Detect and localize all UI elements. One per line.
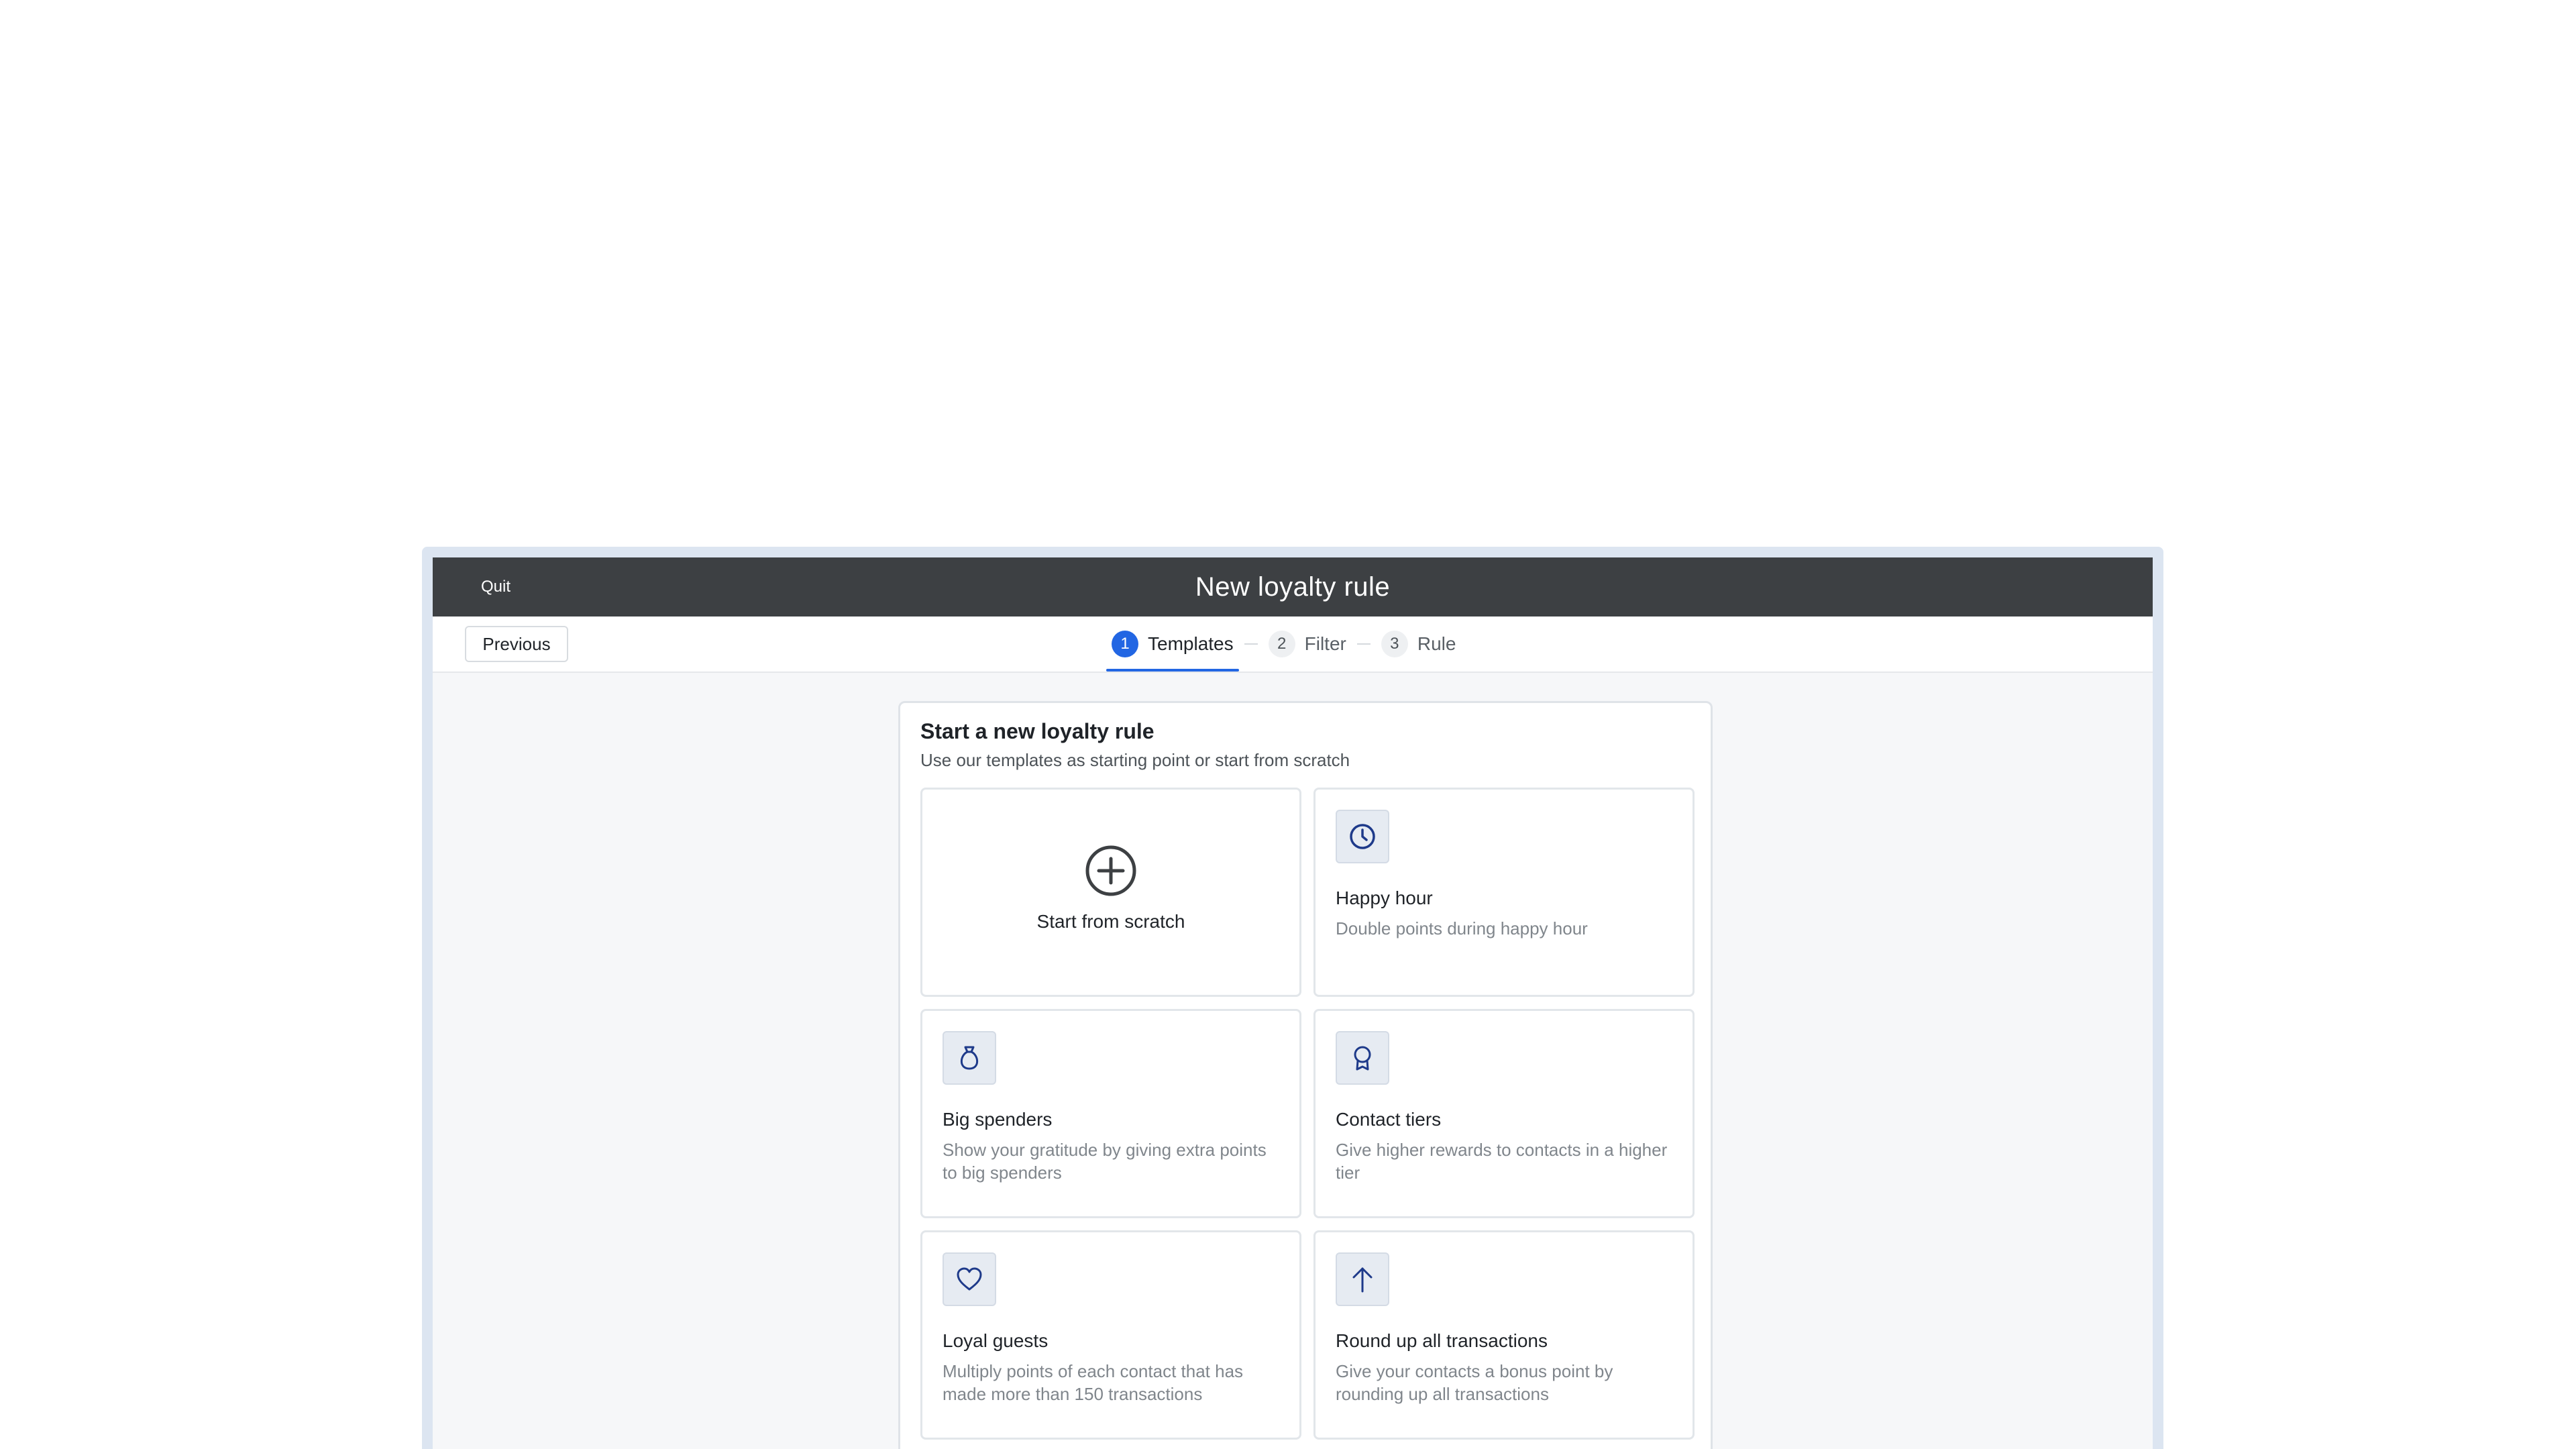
- step-rule[interactable]: 3 Rule: [1381, 616, 1456, 672]
- template-card: Start a new loyalty rule Use our templat…: [898, 701, 1713, 1449]
- icon-container: [1336, 1031, 1389, 1085]
- tile-description: Give higher rewards to contacts in a hig…: [1336, 1140, 1668, 1183]
- title-bar: Quit New loyalty rule: [433, 557, 2153, 616]
- step-templates[interactable]: 1 Templates: [1106, 616, 1239, 672]
- template-grid: Start from scratch Happy hour Double poi…: [920, 788, 1695, 1440]
- stepper: 1 Templates 2 Filter 3 Rule: [1106, 616, 1456, 672]
- step-bar: Previous 1 Templates 2 Filter 3 Rule: [433, 616, 2153, 673]
- page-title: New loyalty rule: [1195, 572, 1391, 602]
- tile-title: Contact tiers: [1336, 1109, 1442, 1130]
- template-loyal-guests[interactable]: Loyal guests Multiply points of each con…: [920, 1230, 1301, 1440]
- icon-container: [943, 1252, 996, 1306]
- tile-title: Big spenders: [943, 1109, 1053, 1130]
- step-separator: [1356, 643, 1371, 645]
- plus-circle-icon: [1085, 845, 1136, 896]
- step-number: 3: [1381, 631, 1408, 657]
- tile-title: Round up all transactions: [1336, 1330, 1548, 1351]
- tile-title: Loyal guests: [943, 1330, 1049, 1351]
- template-happy-hour[interactable]: Happy hour Double points during happy ho…: [1313, 788, 1695, 997]
- step-number: 2: [1268, 631, 1295, 657]
- money-bag-icon: [960, 1046, 979, 1070]
- tile-title: Happy hour: [1336, 888, 1433, 908]
- step-label: Filter: [1304, 633, 1346, 654]
- step-label: Templates: [1148, 633, 1234, 654]
- app-frame: Quit New loyalty rule Previous 1 Templat…: [422, 547, 2163, 1449]
- tile-description: Show your gratitude by giving extra poin…: [943, 1140, 1267, 1183]
- tile-title: Start from scratch: [1036, 911, 1185, 932]
- card-title: Start a new loyalty rule: [920, 719, 1155, 743]
- template-big-spenders[interactable]: Big spenders Show your gratitude by givi…: [920, 1009, 1301, 1218]
- clock-icon: [1350, 824, 1375, 849]
- icon-container: [1336, 1252, 1389, 1306]
- previous-button[interactable]: Previous: [465, 626, 568, 662]
- heart-icon: [957, 1267, 982, 1291]
- step-separator: [1244, 643, 1258, 645]
- template-round-up[interactable]: Round up all transactions Give your cont…: [1313, 1230, 1695, 1440]
- step-label: Rule: [1417, 633, 1456, 654]
- icon-container: [943, 1031, 996, 1085]
- tile-description: Give your contacts a bonus point by roun…: [1336, 1361, 1613, 1404]
- arrow-up-icon: [1352, 1267, 1373, 1293]
- step-number: 1: [1112, 631, 1138, 657]
- step-filter[interactable]: 2 Filter: [1268, 616, 1346, 672]
- tile-description: Multiply points of each contact that has…: [943, 1361, 1244, 1404]
- template-contact-tiers[interactable]: Contact tiers Give higher rewards to con…: [1313, 1009, 1695, 1218]
- card-subtitle: Use our templates as starting point or s…: [920, 750, 1350, 770]
- icon-container: [1336, 810, 1389, 863]
- start-from-scratch-tile[interactable]: Start from scratch: [920, 788, 1301, 997]
- app-window: Quit New loyalty rule Previous 1 Templat…: [433, 557, 2153, 1449]
- tile-description: Double points during happy hour: [1336, 918, 1588, 938]
- award-ribbon-icon: [1354, 1046, 1371, 1071]
